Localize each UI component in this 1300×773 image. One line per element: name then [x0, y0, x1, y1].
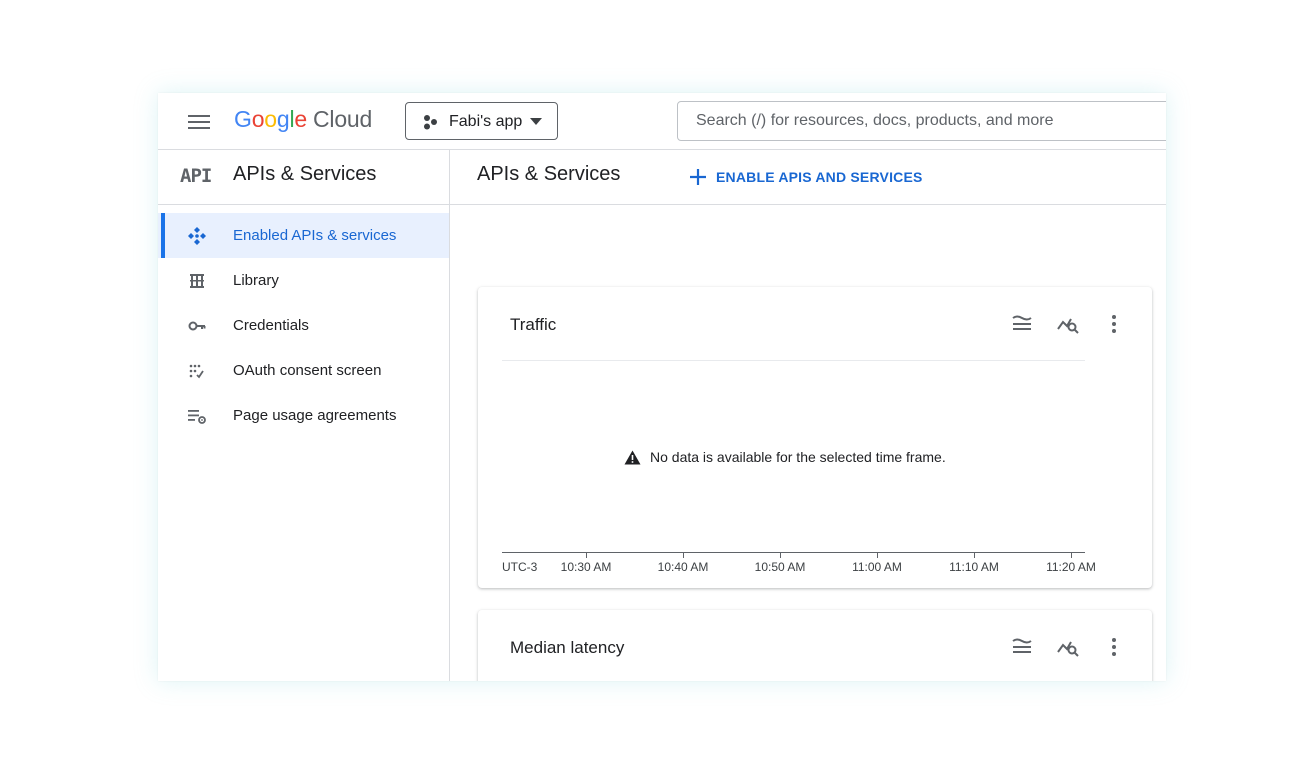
axis-tick-label: 10:40 AM	[657, 560, 709, 574]
sidebar-item-enabled-apis[interactable]: Enabled APIs & services	[158, 213, 449, 258]
timezone-label: UTC-3	[502, 560, 538, 574]
axis-tick	[1071, 552, 1072, 558]
top-bar: Google Cloud Fabi's app	[158, 93, 1166, 150]
sidebar-item-page-usage[interactable]: Page usage agreements	[158, 393, 449, 438]
enable-apis-label: ENABLE APIS AND SERVICES	[716, 169, 923, 185]
more-vert-icon[interactable]	[1102, 312, 1126, 336]
search-input[interactable]	[677, 101, 1166, 141]
plus-icon	[690, 169, 706, 185]
axis-tick-label: 10:30 AM	[560, 560, 612, 574]
axis-tick-label: 10:50 AM	[754, 560, 806, 574]
sidebar: API APIs & Services Enabled APIs & servi…	[158, 150, 450, 681]
library-icon	[190, 274, 204, 288]
more-vert-icon[interactable]	[1102, 635, 1126, 659]
card-divider	[502, 360, 1085, 361]
key-icon	[188, 321, 206, 331]
axis-tick	[683, 552, 684, 558]
legend-icon[interactable]	[1010, 635, 1034, 659]
median-latency-card: Median latency	[478, 610, 1152, 681]
sidebar-nav: Enabled APIs & services Library Credenti…	[158, 213, 449, 438]
settings-list-icon	[188, 410, 206, 424]
card-title: Median latency	[510, 638, 625, 657]
sidebar-header: API APIs & Services	[158, 150, 449, 205]
card-actions	[1010, 312, 1126, 336]
x-axis	[502, 552, 1085, 553]
sidebar-item-oauth[interactable]: OAuth consent screen	[158, 348, 449, 393]
sidebar-item-credentials[interactable]: Credentials	[158, 303, 449, 348]
oauth-icon	[189, 364, 204, 379]
google-cloud-logo[interactable]: Google Cloud	[234, 106, 372, 133]
warning-icon	[624, 450, 641, 464]
axis-tick	[780, 552, 781, 558]
enable-apis-button[interactable]: ENABLE APIS AND SERVICES	[688, 159, 923, 195]
project-picker[interactable]: Fabi's app	[405, 102, 558, 140]
axis-tick	[974, 552, 975, 558]
main-header: APIs & Services ENABLE APIS AND SERVICES	[450, 150, 1166, 205]
axis-tick-label: 11:00 AM	[852, 560, 902, 574]
axis-tick-label: 11:10 AM	[949, 560, 999, 574]
axis-tick	[586, 552, 587, 558]
card-actions	[1010, 635, 1126, 659]
legend-icon[interactable]	[1010, 312, 1034, 336]
api-icon: API	[180, 165, 212, 187]
enabled-apis-icon	[188, 227, 206, 245]
chevron-down-icon	[530, 118, 542, 125]
sidebar-item-label: Library	[233, 272, 279, 289]
menu-icon[interactable]	[188, 111, 210, 131]
explore-chart-icon[interactable]	[1056, 312, 1080, 336]
project-name: Fabi's app	[449, 113, 523, 130]
sidebar-item-label: Credentials	[233, 317, 309, 334]
explore-chart-icon[interactable]	[1056, 635, 1080, 659]
no-data-text: No data is available for the selected ti…	[650, 449, 946, 465]
sidebar-item-label: OAuth consent screen	[233, 362, 382, 379]
project-dots-icon	[424, 115, 437, 130]
card-title: Traffic	[510, 315, 557, 334]
traffic-card: Traffic No data is available for the sel…	[478, 287, 1152, 588]
console-window: GoogleCloud Fabi's app API APIs & Servic…	[158, 93, 1166, 681]
axis-tick-label: 11:20 AM	[1046, 560, 1096, 574]
sidebar-item-label: Page usage agreements	[233, 407, 397, 424]
no-data-message: No data is available for the selected ti…	[624, 449, 946, 465]
sidebar-item-label: Enabled APIs & services	[233, 227, 397, 244]
axis-tick	[877, 552, 878, 558]
page-title: APIs & Services	[477, 163, 621, 185]
sidebar-title: APIs & Services	[233, 163, 377, 185]
sidebar-item-library[interactable]: Library	[158, 258, 449, 303]
